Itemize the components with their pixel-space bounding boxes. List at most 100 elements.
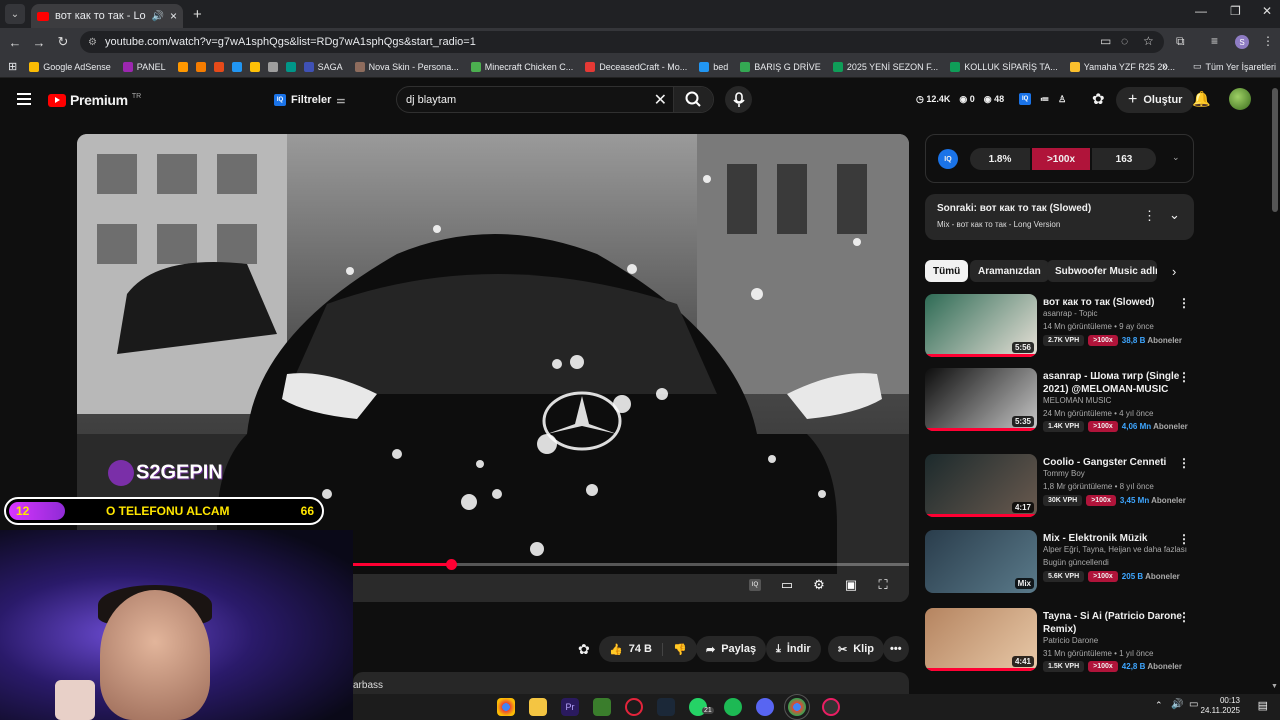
video-title[interactable]: asanrap - Шома тигр (Single 2021) @MELOM… [1043, 370, 1183, 396]
more-vertical-icon[interactable]: ⋮ [1178, 296, 1190, 310]
video-thumbnail[interactable]: 5:35 [925, 368, 1037, 431]
trophy-icon[interactable]: ♙ [1058, 94, 1066, 105]
theater-mode-icon[interactable]: ▣ [841, 575, 861, 595]
chips-next-icon[interactable]: › [1172, 264, 1176, 279]
channel-name[interactable]: Alper Eğri, Tayna, Heijan ve daha fazlas… [1043, 545, 1187, 554]
video-title[interactable]: Coolio - Gangster Cenneti [1043, 456, 1183, 469]
search-box[interactable]: dj blaytam ✕ [396, 86, 714, 113]
video-thumbnail[interactable]: 4:41 [925, 608, 1037, 671]
new-tab-button[interactable]: + [193, 6, 202, 23]
video-title[interactable]: вот как то так (Slowed) [1043, 296, 1183, 309]
up-next-panel[interactable]: Sonraki: вот как то так (Slowed) Mix - в… [925, 194, 1194, 240]
bookmark-item[interactable] [285, 61, 296, 72]
close-tab-icon[interactable]: × [170, 9, 177, 23]
more-bookmarks-icon[interactable]: » [1162, 61, 1168, 73]
bookmark-item[interactable]: Minecraft Chicken C... [470, 61, 573, 72]
bookmark-item[interactable] [213, 61, 224, 72]
bookmark-item[interactable] [231, 61, 242, 72]
premiere-icon[interactable]: Pr [561, 698, 579, 716]
bookmark-item[interactable] [267, 61, 278, 72]
network-icon[interactable]: ▭ [1189, 699, 1198, 710]
expand-chevron-icon[interactable]: ⌄ [1172, 152, 1180, 163]
bookmark-item[interactable]: Google AdSense [29, 61, 111, 72]
scroll-down-icon[interactable]: ▼ [1271, 683, 1278, 690]
search-button[interactable] [673, 87, 713, 112]
search-input[interactable]: dj blaytam [406, 94, 456, 106]
bookmark-item[interactable]: SAGA [303, 61, 343, 72]
queue-icon[interactable]: ≔ [1040, 94, 1049, 105]
forward-icon[interactable]: → [27, 35, 51, 50]
video-thumbnail[interactable]: Mix [925, 530, 1037, 593]
menu-icon[interactable] [17, 93, 31, 105]
like-button[interactable]: 👍 74 B [609, 642, 663, 656]
dislike-button[interactable]: 👎 [663, 643, 697, 656]
clip-button[interactable]: ✂ Klip [828, 636, 884, 662]
subtitles-icon[interactable]: ▭ [777, 575, 797, 595]
account-avatar[interactable] [1229, 88, 1251, 110]
extension-puzzle-icon[interactable]: ✿ [1092, 90, 1105, 108]
video-thumbnail[interactable]: 4:17 [925, 454, 1037, 517]
recommended-video[interactable]: 4:41 Tayna - Si Ai (Patricio Darone Remi… [925, 608, 1194, 672]
recommended-video[interactable]: Mix Mix - Elektronik Müzik Alper Eğri, T… [925, 530, 1194, 594]
fullscreen-icon[interactable]: ⛶ [873, 575, 893, 595]
bookmark-star-icon[interactable]: ☆ [1143, 34, 1154, 48]
apps-grid-icon[interactable]: ⊞ [8, 60, 17, 73]
recommended-video[interactable]: 5:35 asanrap - Шома тигр (Single 2021) @… [925, 368, 1194, 432]
bookmark-item[interactable]: bed [699, 61, 728, 72]
chip-from-search[interactable]: Aramanızdan [970, 260, 1049, 282]
iq-extension-icon[interactable]: IQ [1019, 93, 1032, 105]
collapse-chevron-icon[interactable]: ⌄ [1169, 207, 1180, 223]
more-vertical-icon[interactable]: ⋮ [1178, 456, 1190, 470]
extensions-icon[interactable]: ⧉ [1176, 34, 1185, 49]
speaker-icon[interactable]: 🔊 [152, 11, 164, 22]
download-button[interactable]: ⤓ İndir [766, 636, 821, 662]
video-title[interactable]: Mix - Elektronik Müzik [1043, 532, 1183, 545]
notification-center-icon[interactable]: ▤ [1258, 699, 1268, 712]
bookmark-item[interactable]: 2025 YENİ SEZON F... [832, 61, 938, 72]
channel-name[interactable]: asanrap - Topic [1043, 309, 1098, 318]
chip-channel[interactable]: Subwoofer Music adlı yü [1047, 260, 1157, 282]
opera-icon[interactable] [625, 698, 643, 716]
more-vertical-icon[interactable]: ⋮ [1143, 208, 1156, 224]
page-scrollbar[interactable] [1272, 88, 1278, 212]
reading-list-icon[interactable]: ≡ [1211, 34, 1218, 48]
create-button[interactable]: + Oluştur [1116, 87, 1195, 113]
bookmark-item[interactable]: DeceasedCraft - Mo... [585, 61, 687, 72]
system-clock[interactable]: 00:13 24.11.2025 [1201, 696, 1240, 716]
bookmark-item[interactable]: Yamaha YZF R25 20... [1069, 61, 1175, 72]
more-actions-button[interactable]: ••• [883, 636, 909, 662]
restore-icon[interactable]: ❐ [1230, 4, 1241, 18]
settings-gear-icon[interactable]: ⚙ [809, 575, 829, 595]
address-bar[interactable]: ⚙ youtube.com/watch?v=g7wA1sphQgs&list=R… [80, 31, 1164, 53]
back-icon[interactable]: ← [3, 35, 27, 50]
clear-search-icon[interactable]: ✕ [654, 90, 667, 110]
bookmark-item[interactable] [177, 61, 188, 72]
minecraft-icon[interactable] [593, 698, 611, 716]
more-vertical-icon[interactable]: ⋮ [1178, 610, 1190, 624]
iq-player-icon[interactable]: IQ [745, 575, 765, 595]
bookmark-item[interactable] [249, 61, 260, 72]
channel-name[interactable]: Patricio Darone [1043, 636, 1098, 645]
chrome-taskbar-icon[interactable] [497, 698, 515, 716]
bookmark-item[interactable]: BARIŞ G DRİVE [740, 61, 821, 72]
close-window-icon[interactable]: ✕ [1262, 4, 1272, 18]
share-button[interactable]: ➦ Paylaş [696, 636, 767, 662]
file-explorer-icon[interactable] [529, 698, 547, 716]
site-info-icon[interactable]: ⚙ [88, 37, 97, 48]
extension-icon[interactable]: ✿ [578, 641, 590, 658]
volume-icon[interactable]: 🔊 [1171, 699, 1183, 710]
discord-icon[interactable] [756, 698, 774, 716]
recommended-video[interactable]: 4:17 Coolio - Gangster Cenneti Tommy Boy… [925, 454, 1194, 518]
video-thumbnail[interactable]: 5:56 [925, 294, 1037, 357]
more-vertical-icon[interactable]: ⋮ [1178, 370, 1190, 384]
reload-icon[interactable]: ↻ [51, 34, 75, 50]
notifications-bell-icon[interactable]: 🔔 [1192, 90, 1211, 108]
more-vertical-icon[interactable]: ⋮ [1178, 532, 1190, 546]
cast-icon[interactable]: ▭ [1100, 34, 1111, 48]
all-bookmarks-folder[interactable]: ▭ Tüm Yer İşaretleri [1193, 61, 1276, 72]
bookmark-item[interactable]: Nova Skin - Persona... [354, 61, 459, 72]
browser-menu-icon[interactable]: ⋮ [1262, 34, 1274, 48]
minimize-icon[interactable]: — [1195, 4, 1207, 18]
bookmark-item[interactable]: KOLLUK SİPARİŞ TA... [950, 61, 1058, 72]
chrome-active-icon[interactable] [784, 694, 810, 720]
